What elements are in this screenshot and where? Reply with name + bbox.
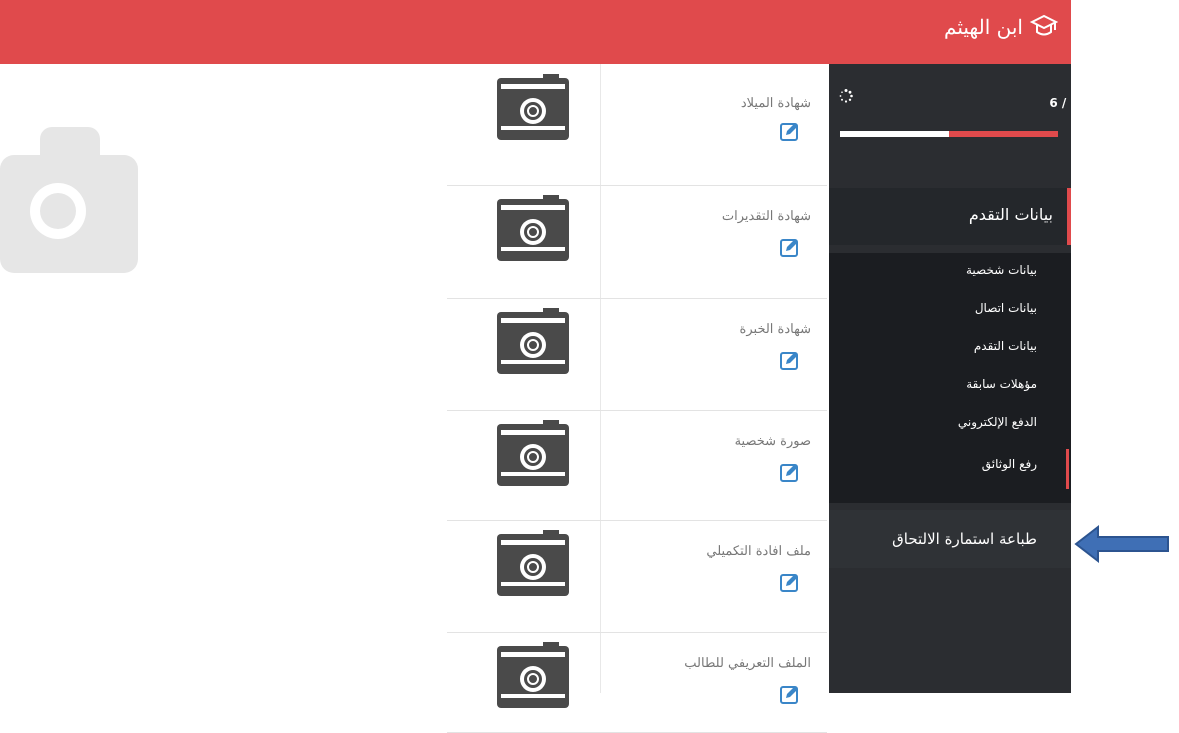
- camera-icon[interactable]: [495, 74, 571, 144]
- app-logo[interactable]: ابن الهيثم: [944, 12, 1059, 42]
- document-label: شهادة الميلاد: [740, 96, 811, 111]
- edit-icon[interactable]: [780, 121, 800, 141]
- edit-icon[interactable]: [780, 462, 800, 482]
- camera-icon[interactable]: [495, 195, 571, 265]
- submenu-item-upload-documents[interactable]: رفع الوثائق: [982, 457, 1037, 471]
- submenu-item-application-data[interactable]: بيانات التقدم: [974, 339, 1037, 353]
- active-submenu-marker: [1066, 449, 1069, 489]
- menu-item-label: بيانات التقدم: [968, 205, 1053, 224]
- camera-icon[interactable]: [495, 642, 571, 712]
- submenu-item-contact-data[interactable]: بيانات اتصال: [975, 301, 1037, 315]
- edit-icon[interactable]: [780, 350, 800, 370]
- menu-item-label: طباعة استمارة الالتحاق: [892, 530, 1037, 548]
- camera-icon[interactable]: [495, 420, 571, 490]
- document-label: صورة شخصية: [734, 434, 811, 449]
- edit-icon[interactable]: [780, 684, 800, 704]
- submenu: بيانات شخصية بيانات اتصال بيانات التقدم …: [829, 253, 1071, 503]
- camera-icon[interactable]: [495, 308, 571, 378]
- progress-label: بيانات التقدم : 3 / 6: [1049, 96, 1169, 110]
- top-header-bar: ابن الهيثم: [0, 0, 1071, 64]
- document-label: الملف التعريفي للطالب: [684, 656, 811, 671]
- logo-text: ابن الهيثم: [944, 15, 1023, 39]
- progress-bar: [840, 131, 1058, 137]
- edit-icon[interactable]: [780, 572, 800, 592]
- spinner-icon: [839, 89, 853, 103]
- submenu-item-previous-qualifications[interactable]: مؤهلات سابقة: [966, 377, 1037, 391]
- submenu-item-personal-data[interactable]: بيانات شخصية: [966, 263, 1037, 277]
- document-label: ملف افادة التكميلي: [706, 544, 811, 559]
- document-label: شهادة الخبرة: [739, 322, 811, 337]
- camera-icon[interactable]: [495, 530, 571, 600]
- photo-placeholder-icon: [0, 127, 138, 273]
- left-arrow-icon: [1074, 524, 1169, 564]
- menu-item-application-data[interactable]: بيانات التقدم: [829, 188, 1071, 245]
- document-label: شهادة التقديرات: [721, 209, 811, 224]
- submenu-item-electronic-payment[interactable]: الدفع الإلكتروني: [958, 415, 1037, 429]
- menu-item-print-form[interactable]: طباعة استمارة الالتحاق: [829, 510, 1071, 568]
- progress-bar-fill: [949, 131, 1058, 137]
- edit-icon[interactable]: [780, 237, 800, 257]
- graduation-cap-icon: [1029, 14, 1059, 36]
